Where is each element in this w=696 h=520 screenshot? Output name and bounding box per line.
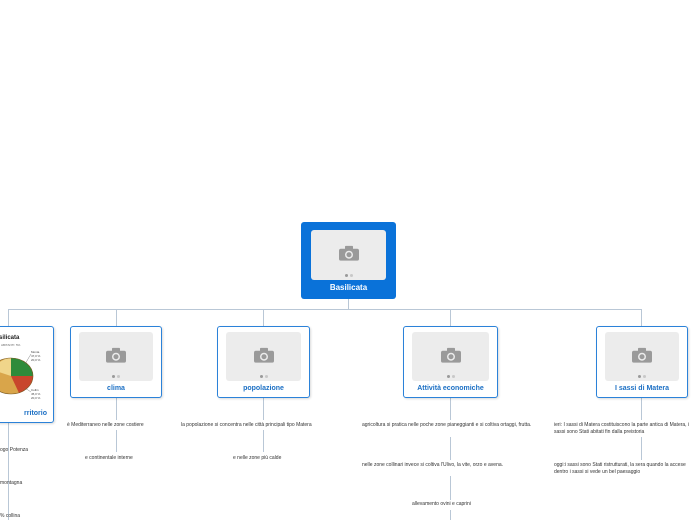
node-sassi-di-matera[interactable]: I sassi di Matera	[596, 326, 688, 398]
clima-leaf-1: è Mediterraneo nelle zone costiere	[67, 422, 144, 428]
node-clima[interactable]: clima	[70, 326, 162, 398]
pager-dots	[112, 375, 120, 378]
pager-dots	[446, 375, 455, 378]
attivita-leaf-1: agricoltura si pratica nelle poche zone …	[362, 422, 532, 428]
pager-dots	[344, 274, 353, 277]
image-placeholder	[412, 332, 489, 381]
image-placeholder	[311, 230, 386, 280]
attivita-leaf-3: allevamento ovini e caprini	[412, 501, 471, 507]
camera-icon	[253, 347, 274, 363]
image-placeholder	[79, 332, 153, 381]
attivita-leaf-2: nelle zone collinari invece si coltiva l…	[362, 462, 504, 468]
sassi-leaf-1: ieri: I sassi di Matera costituiscono la…	[554, 422, 690, 435]
node-popolazione[interactable]: popolazione	[217, 326, 310, 398]
pager-dots	[259, 375, 268, 378]
image-placeholder	[605, 332, 679, 381]
sassi-leaf-2: oggi:i sassi sono Stati ristrutturati, l…	[554, 462, 686, 475]
territorio-map-image: silicata ABITANTI: 5% Monta 47,0 % 20,0 …	[0, 330, 53, 408]
map-label-montagna: Monta 47,0 % 20,0 %	[31, 350, 41, 362]
clima-title: clima	[107, 385, 125, 392]
territorio-leaf-2: montagna	[0, 480, 23, 486]
node-attivita-economiche[interactable]: Attività economiche	[403, 326, 498, 398]
camera-icon	[632, 347, 652, 363]
clima-leaf-2: e continentale interne	[85, 455, 133, 461]
image-placeholder	[226, 332, 301, 381]
territorio-leaf-1: ogo Potenza	[0, 447, 29, 453]
pager-dots	[638, 375, 646, 378]
camera-icon	[338, 245, 359, 261]
root-node-basilicata[interactable]: Basilicata	[301, 222, 396, 299]
popolazione-title: popolazione	[243, 385, 284, 392]
territorio-leaf-3: % collina	[0, 513, 21, 519]
popolazione-leaf-1: la popolazione si concentra nelle città …	[181, 422, 312, 428]
sassi-title: I sassi di Matera	[614, 385, 670, 392]
pie-map-icon	[0, 353, 34, 395]
popolazione-leaf-2: e nelle zone più calde	[233, 455, 282, 461]
node-territorio[interactable]: silicata ABITANTI: 5% Monta 47,0 % 20,0 …	[0, 326, 54, 423]
map-label-collina: Collin 45,0 % 20,0 %	[31, 388, 41, 400]
camera-icon	[440, 347, 461, 363]
territorio-title: rritorio	[24, 410, 47, 417]
root-title: Basilicata	[329, 283, 368, 292]
attivita-title: Attività economiche	[417, 385, 484, 392]
camera-icon	[106, 347, 126, 363]
